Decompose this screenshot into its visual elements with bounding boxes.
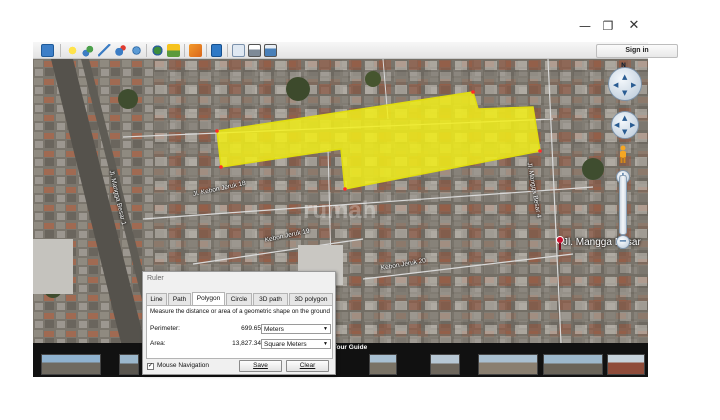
area-unit-select[interactable]: Square Meters ▼: [261, 339, 331, 349]
ruler-icon[interactable]: [211, 44, 222, 57]
tab-polygon[interactable]: Polygon: [192, 292, 225, 305]
tour-thumbnail[interactable]: [119, 354, 139, 375]
tab-circle[interactable]: Circle: [226, 293, 252, 305]
sign-in-button[interactable]: Sign in: [596, 44, 678, 58]
area-unit-value: Square Meters: [264, 341, 307, 348]
north-indicator[interactable]: N: [621, 62, 626, 69]
chevron-down-icon: ▼: [323, 341, 328, 347]
ruler-panel: Measure the distance or area of a geomet…: [146, 305, 333, 359]
zoom-slider[interactable]: [619, 175, 627, 235]
tour-thumbnail[interactable]: [543, 354, 603, 375]
toolbar-separator: [184, 44, 185, 57]
area-label: Area:: [150, 340, 166, 347]
toolbar-separator: [227, 44, 228, 57]
print-icon[interactable]: [248, 44, 261, 57]
email-icon[interactable]: [232, 44, 245, 57]
perimeter-unit-select[interactable]: Meters ▼: [261, 324, 331, 334]
google-earth-window: — ❐ ✕ Sign in Jl. Mangga Besar 1 Jl. Keb…: [0, 0, 720, 420]
look-down-arrow-icon: ▼: [622, 89, 628, 97]
save-button[interactable]: Save: [239, 360, 282, 372]
tour-thumbnail[interactable]: [369, 354, 397, 375]
tour-guide-strip: Tour Guide: [33, 343, 648, 377]
path-icon[interactable]: [98, 44, 111, 57]
toolbar-separator: [60, 44, 61, 57]
tour-thumbnail[interactable]: [41, 354, 101, 375]
ruler-dialog: Ruler Line Path Polygon Circle 3D path 3…: [142, 271, 336, 375]
tab-path[interactable]: Path: [168, 293, 191, 305]
look-left-arrow-icon: ◀: [613, 81, 619, 89]
perimeter-label: Perimeter:: [150, 325, 180, 332]
chevron-down-icon: ▼: [323, 326, 328, 332]
tab-3d-polygon[interactable]: 3D polygon: [289, 293, 333, 305]
toolbar: Sign in: [33, 42, 678, 59]
ruler-description: Measure the distance or area of a geomet…: [150, 308, 330, 315]
image-overlay-icon[interactable]: [114, 44, 127, 57]
polygon-icon[interactable]: [82, 44, 95, 57]
tour-thumbnail[interactable]: [607, 354, 645, 375]
watermark: rumah: [303, 197, 377, 224]
place-marker-stem: [559, 243, 561, 250]
move-up-arrow-icon: ▲: [622, 114, 628, 122]
mouse-navigation-checkbox[interactable]: ✓: [147, 363, 154, 370]
move-down-arrow-icon: ▼: [622, 128, 628, 136]
mouse-navigation-label[interactable]: Mouse Navigation: [157, 362, 209, 369]
look-up-arrow-icon: ▲: [622, 73, 628, 81]
maximize-button[interactable]: ❐: [598, 16, 618, 36]
toolbar-separator: [206, 44, 207, 57]
ruler-title: Ruler: [147, 275, 164, 282]
move-right-arrow-icon: ▶: [630, 121, 636, 129]
zoom-out-button[interactable]: −: [616, 235, 630, 249]
minimize-button[interactable]: —: [575, 16, 595, 36]
tab-3d-path[interactable]: 3D path: [253, 293, 288, 305]
perimeter-unit-value: Meters: [264, 326, 284, 333]
move-left-arrow-icon: ◀: [614, 121, 620, 129]
tour-guide-title[interactable]: Tour Guide: [333, 344, 367, 351]
look-right-arrow-icon: ▶: [631, 81, 637, 89]
tab-line[interactable]: Line: [146, 293, 167, 305]
record-tour-icon[interactable]: [130, 44, 143, 57]
close-button[interactable]: ✕: [624, 16, 644, 36]
planets-icon[interactable]: [189, 44, 202, 57]
placemark-icon[interactable]: [66, 44, 79, 57]
tour-thumbnail[interactable]: [430, 354, 460, 375]
sunlight-icon[interactable]: [167, 44, 180, 57]
perimeter-value: 699.65: [241, 325, 261, 332]
area-value: 13,827.34: [232, 340, 261, 347]
historical-imagery-icon[interactable]: [151, 44, 164, 57]
street-view-pegman-icon[interactable]: [618, 145, 628, 163]
toolbar-separator: [146, 44, 147, 57]
map-view[interactable]: Jl. Mangga Besar 1 Jl. Kebon Jeruk 18 Ke…: [33, 59, 648, 343]
save-image-icon[interactable]: [264, 44, 277, 57]
tour-thumbnail[interactable]: [478, 354, 538, 375]
sidebar-icon[interactable]: [41, 44, 54, 57]
clear-button[interactable]: Clear: [286, 360, 329, 372]
